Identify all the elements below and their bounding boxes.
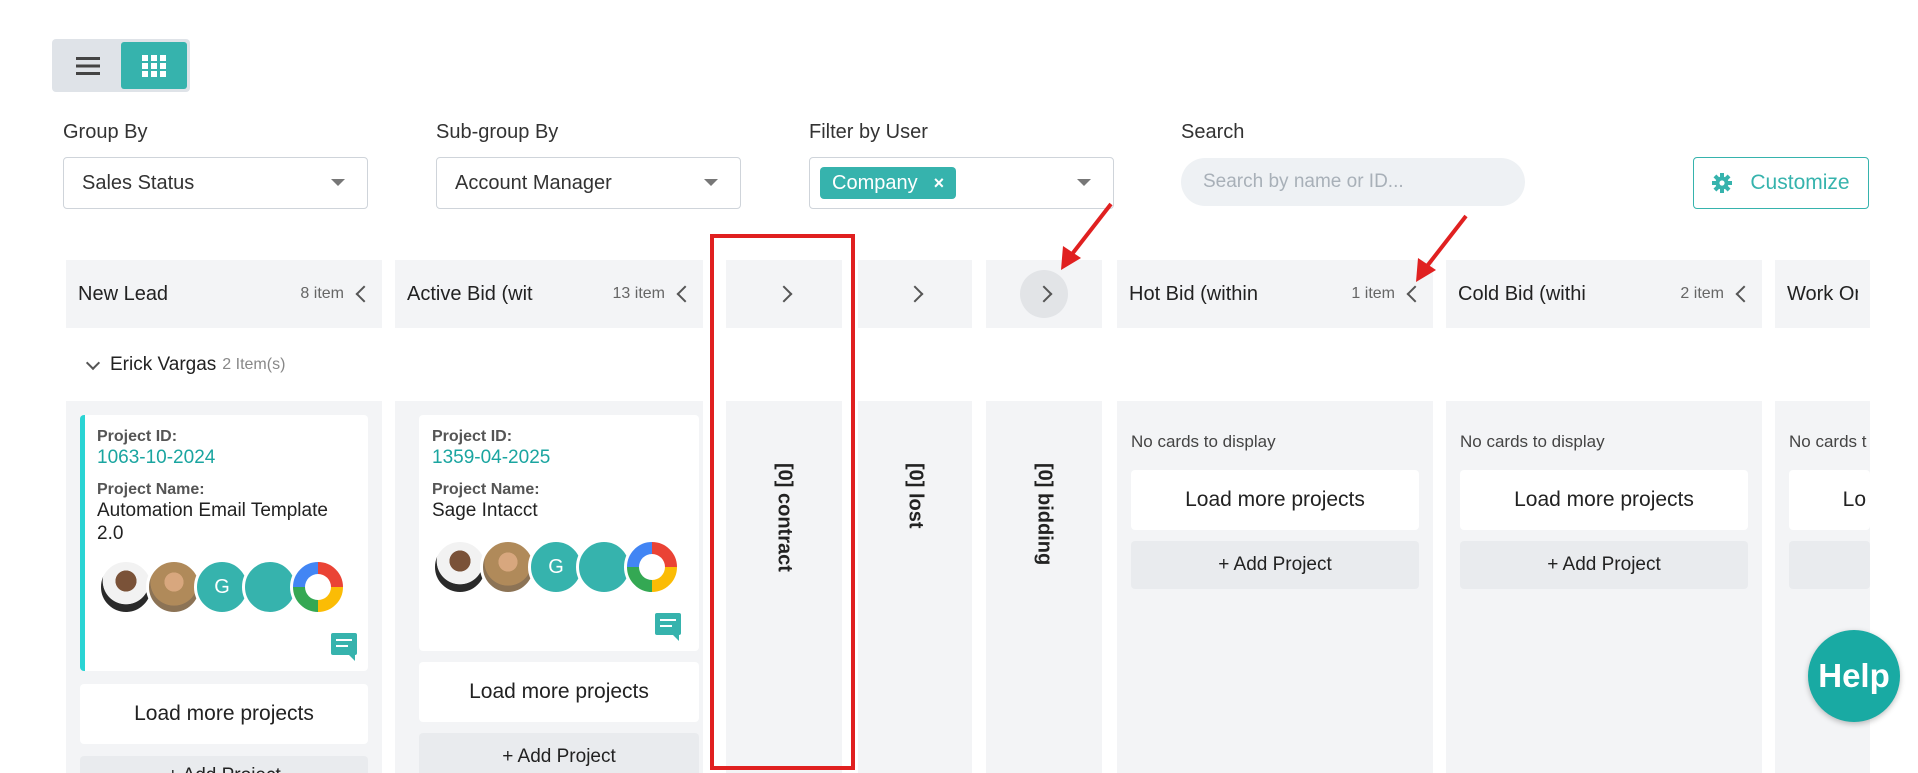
load-more-button[interactable]: Load more projects: [1460, 470, 1748, 530]
chevron-down-icon: [1077, 179, 1091, 186]
column-header-hot-bid: Hot Bid (within 1 item: [1117, 260, 1433, 328]
google-icon[interactable]: [290, 559, 346, 615]
assignee-avatars: G: [432, 539, 680, 595]
load-more-button[interactable]: Lo: [1789, 470, 1870, 530]
view-toggle: [52, 39, 190, 92]
company-chip: Company ×: [820, 167, 957, 199]
subgroup-by-label: Sub-group By: [436, 121, 559, 143]
annotation-arrow: [1416, 214, 1468, 282]
project-id-link[interactable]: 1359-04-2025: [432, 447, 550, 469]
column-body-bidding: [0] bidding: [986, 401, 1102, 773]
group-by-label: Group By: [63, 121, 148, 143]
project-id-label: Project ID:: [432, 428, 513, 445]
chevron-down-icon: [331, 179, 345, 186]
collapse-chevron-icon[interactable]: [1735, 285, 1753, 303]
project-card[interactable]: Project ID: 1359-04-2025 Project Name: S…: [419, 415, 699, 651]
list-icon: [76, 56, 100, 75]
column-count: 2 item: [1680, 285, 1724, 302]
expand-chevron-icon: [1035, 285, 1053, 303]
add-project-button[interactable]: + Add Project: [1131, 541, 1419, 589]
grid-view-button[interactable]: [121, 42, 187, 89]
subgroup-name: Erick Vargas: [110, 354, 217, 375]
project-name-label: Project Name:: [432, 481, 540, 498]
load-more-button[interactable]: Load more projects: [80, 684, 368, 744]
project-name: Sage Intacct: [432, 500, 538, 521]
chevron-down-icon: [85, 355, 101, 371]
expand-chevron-icon[interactable]: [906, 285, 924, 303]
empty-state-text: No cards to display: [1131, 432, 1276, 451]
collapsed-column-label: [0] lost: [904, 463, 927, 529]
google-icon[interactable]: [624, 539, 680, 595]
assignee-avatars: G: [98, 559, 346, 615]
project-id-link[interactable]: 1063-10-2024: [97, 447, 215, 469]
search-input[interactable]: [1181, 158, 1525, 206]
empty-state-text: No cards t: [1789, 432, 1867, 451]
column-count: 13 item: [612, 285, 665, 302]
project-id-label: Project ID:: [97, 428, 178, 445]
add-project-button[interactable]: [1789, 541, 1870, 589]
help-button[interactable]: Help: [1808, 630, 1900, 722]
collapsed-column-label: [0] bidding: [1033, 463, 1056, 566]
list-view-button[interactable]: [55, 42, 121, 89]
search-label: Search: [1181, 121, 1245, 143]
subgroup-by-select[interactable]: Account Manager: [436, 157, 741, 209]
collapse-chevron-icon[interactable]: [676, 285, 694, 303]
collapse-chevron-icon[interactable]: [1406, 285, 1424, 303]
column-title: New Lead: [78, 282, 169, 305]
grid-icon: [142, 54, 166, 77]
gear-icon: [1712, 173, 1733, 193]
subgroup-by-value: Account Manager: [455, 171, 612, 194]
column-title: Hot Bid (within: [1129, 282, 1258, 305]
group-by-value: Sales Status: [82, 171, 195, 194]
filter-user-label: Filter by User: [809, 121, 928, 143]
column-header-work-order: Work Orc: [1775, 260, 1870, 328]
column-title: Active Bid (wit: [407, 282, 533, 305]
add-project-button[interactable]: + Add Project: [80, 756, 368, 773]
add-project-button[interactable]: + Add Project: [1460, 541, 1748, 589]
subgroup-count: 2 Item(s): [222, 356, 286, 373]
subgroup-header[interactable]: Erick Vargas 2 Item(s): [85, 354, 286, 376]
comment-icon[interactable]: [655, 613, 681, 641]
column-title: Cold Bid (withi: [1458, 282, 1586, 305]
annotation-arrow: [1061, 202, 1113, 270]
empty-state-text: No cards to display: [1460, 432, 1605, 451]
collapse-chevron-icon[interactable]: [355, 285, 373, 303]
column-header-lost[interactable]: [858, 260, 972, 328]
column-count: 1 item: [1351, 285, 1395, 302]
load-more-button[interactable]: Load more projects: [1131, 470, 1419, 530]
column-header-new-lead: New Lead 8 item: [66, 260, 382, 328]
group-by-select[interactable]: Sales Status: [63, 157, 368, 209]
project-card[interactable]: Project ID: 1063-10-2024 Project Name: A…: [80, 415, 368, 671]
load-more-button[interactable]: Load more projects: [419, 662, 699, 722]
chevron-down-icon: [704, 179, 718, 186]
highlight-box: [710, 234, 855, 770]
column-header-active-bid: Active Bid (wit 13 item: [395, 260, 703, 328]
comment-icon[interactable]: [331, 633, 357, 661]
expand-button[interactable]: [1020, 270, 1068, 318]
column-header-cold-bid: Cold Bid (withi 2 item: [1446, 260, 1762, 328]
project-name-label: Project Name:: [97, 481, 205, 498]
column-count: 8 item: [300, 285, 344, 302]
add-project-button[interactable]: + Add Project: [419, 733, 699, 773]
customize-button[interactable]: Customize: [1693, 157, 1869, 209]
column-title: Work Orc: [1787, 282, 1858, 305]
project-name: Automation Email Template 2.0: [97, 500, 328, 544]
column-body-lost: [0] lost: [858, 401, 972, 773]
chip-remove-icon[interactable]: ×: [934, 173, 945, 194]
chip-label: Company: [832, 171, 918, 194]
customize-label: Customize: [1750, 171, 1850, 194]
